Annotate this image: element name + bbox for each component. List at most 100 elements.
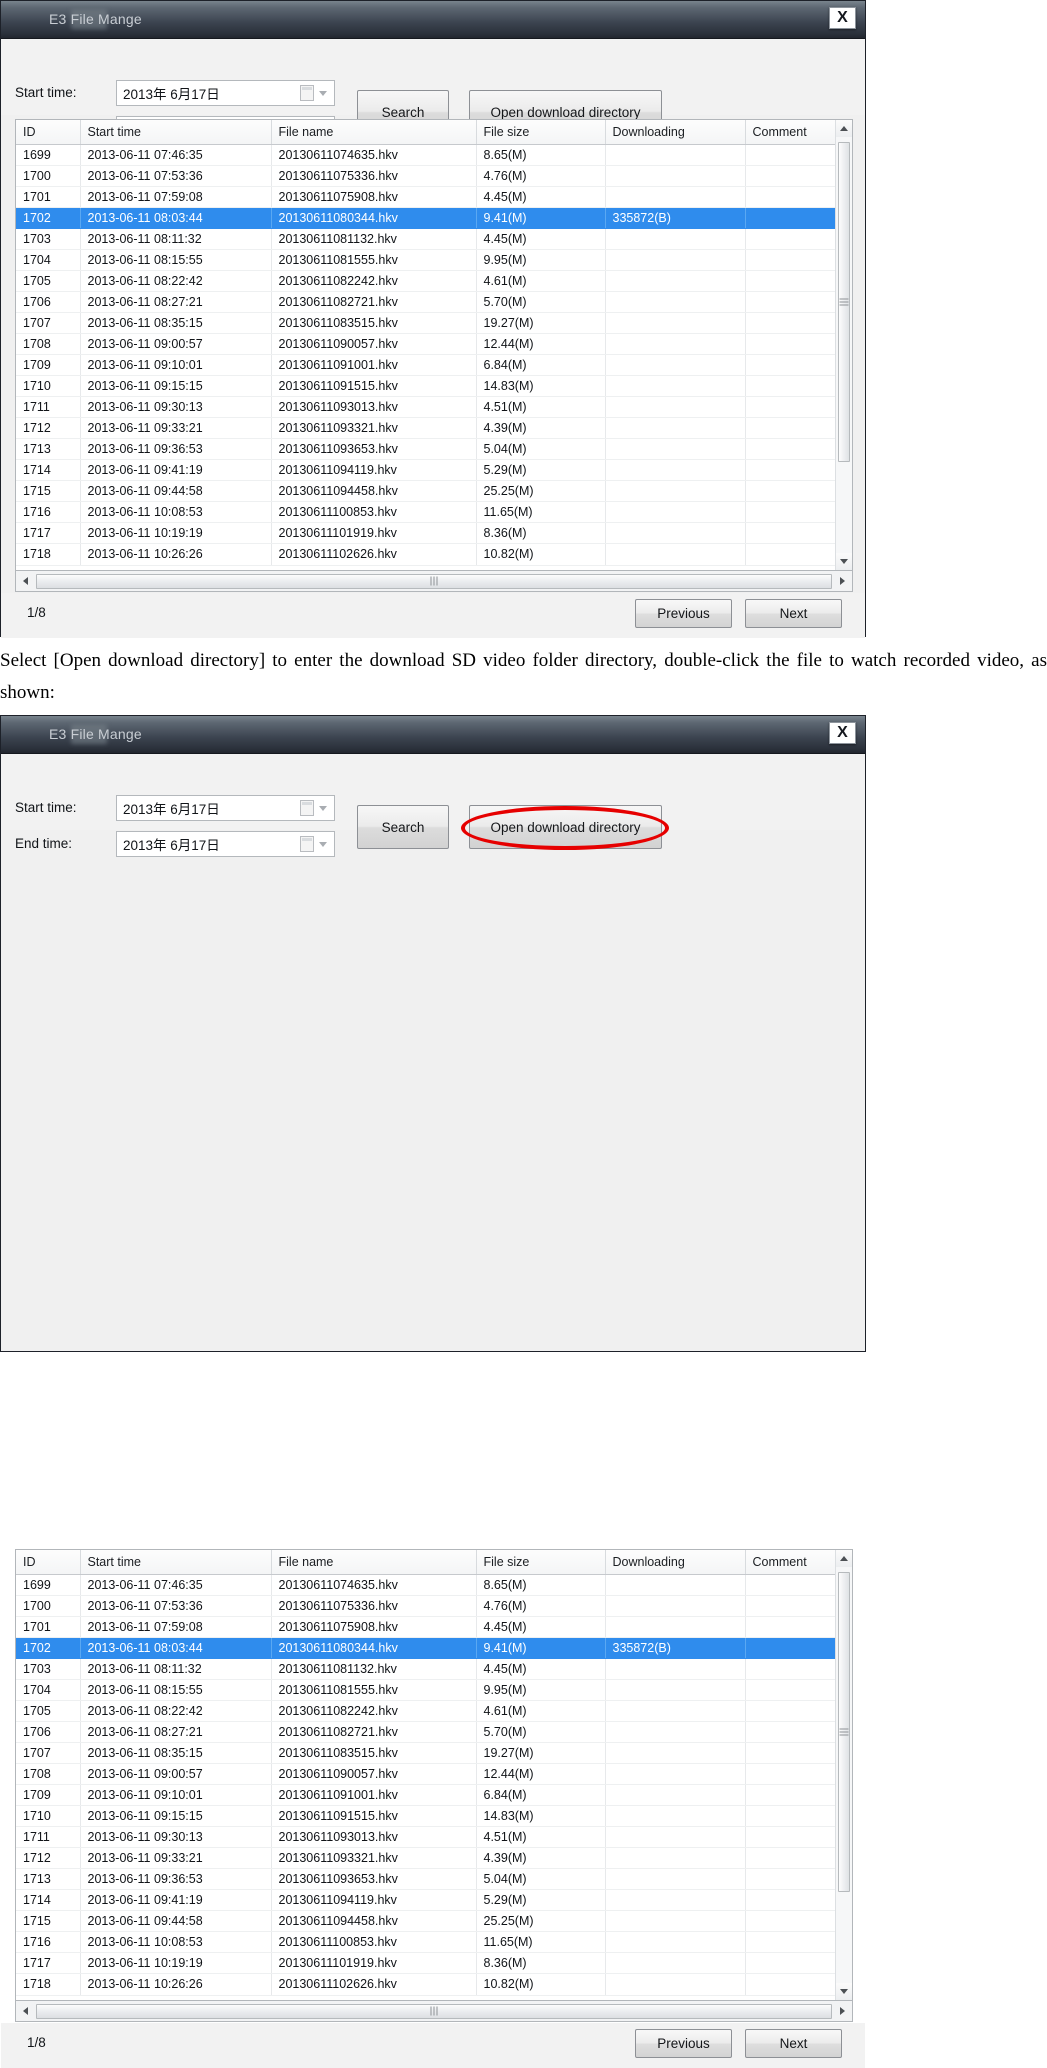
horizontal-scrollbar[interactable]: [15, 2001, 853, 2022]
table-row[interactable]: 1717 2013-06-11 10:19:19 20130611101919.hk…: [16, 1952, 837, 1974]
cell-start-time: 2013-06-11 08:35:15: [80, 1742, 272, 1764]
cell-downloading: [605, 1595, 746, 1617]
table-row[interactable]: 1707 2013-06-11 08:35:15 20130611083515.hk…: [16, 1742, 837, 1764]
close-icon[interactable]: X: [829, 7, 856, 29]
next-button[interactable]: Next: [745, 2029, 842, 2058]
vertical-scrollbar[interactable]: [835, 1550, 852, 2000]
cell-start-time: 2013-06-11 10:08:53: [80, 501, 272, 523]
table-row[interactable]: 1706 2013-06-11 08:27:21 20130611082721.hk…: [16, 1721, 837, 1743]
open-download-directory-button[interactable]: Open download directory: [469, 805, 662, 849]
table-row[interactable]: 1703 2013-06-11 08:11:32 20130611081132.hk…: [16, 1658, 837, 1680]
table-row[interactable]: 1704 2013-06-11 08:15:55 20130611081555.hk…: [16, 1679, 837, 1701]
column-header-id[interactable]: ID: [16, 1550, 81, 1575]
column-header-start-time[interactable]: Start time: [80, 120, 272, 145]
table-row[interactable]: 1717 2013-06-11 10:19:19 20130611101919.hk…: [16, 522, 837, 544]
table-row[interactable]: 1712 2013-06-11 09:33:21 20130611093321.hk…: [16, 417, 837, 439]
scroll-left-icon[interactable]: [16, 572, 35, 591]
chevron-down-icon[interactable]: [319, 841, 327, 847]
column-header-downloading[interactable]: Downloading: [605, 120, 746, 145]
scroll-right-icon[interactable]: [833, 2002, 852, 2021]
horizontal-scrollbar-thumb[interactable]: [36, 573, 832, 589]
cell-file-name: 20130611091001.hkv: [271, 354, 477, 376]
table-row[interactable]: 1714 2013-06-11 09:41:19 20130611094119.hk…: [16, 459, 837, 481]
table-row[interactable]: 1700 2013-06-11 07:53:36 20130611075336.hk…: [16, 1595, 837, 1617]
previous-button[interactable]: Previous: [635, 599, 732, 628]
scroll-left-icon[interactable]: [16, 2002, 35, 2021]
cell-file-size: 14.83(M): [476, 1805, 606, 1827]
vertical-scrollbar[interactable]: [835, 120, 852, 570]
scroll-up-icon[interactable]: [836, 120, 852, 137]
table-row[interactable]: 1706 2013-06-11 08:27:21 20130611082721.hk…: [16, 291, 837, 313]
table-row[interactable]: 1705 2013-06-11 08:22:42 20130611082242.hk…: [16, 1700, 837, 1722]
cell-id: 1715: [16, 480, 81, 502]
table-row[interactable]: 1699 2013-06-11 07:46:35 20130611074635.hk…: [16, 144, 837, 166]
column-header-file-name[interactable]: File name: [271, 1550, 477, 1575]
table-row[interactable]: 1700 2013-06-11 07:53:36 20130611075336.hk…: [16, 165, 837, 187]
scroll-up-icon[interactable]: [836, 1550, 852, 1567]
table-row[interactable]: 1702 2013-06-11 08:03:44 20130611080344.hk…: [16, 1637, 837, 1659]
table-row[interactable]: 1713 2013-06-11 09:36:53 20130611093653.hk…: [16, 1868, 837, 1890]
table-row[interactable]: 1708 2013-06-11 09:00:57 20130611090057.hk…: [16, 1763, 837, 1785]
scroll-down-icon[interactable]: [836, 1983, 852, 2000]
cell-id: 1717: [16, 522, 81, 544]
vertical-scrollbar-thumb[interactable]: [838, 1572, 850, 1892]
vertical-scrollbar-thumb[interactable]: [838, 142, 850, 462]
table-row[interactable]: 1707 2013-06-11 08:35:15 20130611083515.hk…: [16, 312, 837, 334]
table-row[interactable]: 1711 2013-06-11 09:30:13 20130611093013.hk…: [16, 396, 837, 418]
horizontal-scrollbar-thumb[interactable]: [36, 2003, 832, 2019]
table-row[interactable]: 1701 2013-06-11 07:59:08 20130611075908.hk…: [16, 186, 837, 208]
table-row[interactable]: 1709 2013-06-11 09:10:01 20130611091001.hk…: [16, 1784, 837, 1806]
table-row[interactable]: 1701 2013-06-11 07:59:08 20130611075908.hk…: [16, 1616, 837, 1638]
table-row[interactable]: 1718 2013-06-11 10:26:26 20130611102626.hk…: [16, 543, 837, 566]
previous-button[interactable]: Previous: [635, 2029, 732, 2058]
table-row[interactable]: 1704 2013-06-11 08:15:55 20130611081555.hk…: [16, 249, 837, 271]
column-header-comment[interactable]: Comment: [745, 120, 837, 145]
scroll-down-icon[interactable]: [836, 553, 852, 570]
chevron-down-icon[interactable]: [319, 90, 327, 96]
table-row[interactable]: 1711 2013-06-11 09:30:13 20130611093013.hk…: [16, 1826, 837, 1848]
column-header-start-time[interactable]: Start time: [80, 1550, 272, 1575]
table-row[interactable]: 1709 2013-06-11 09:10:01 20130611091001.hk…: [16, 354, 837, 376]
column-header-file-size[interactable]: File size: [476, 120, 606, 145]
table-row[interactable]: 1712 2013-06-11 09:33:21 20130611093321.hk…: [16, 1847, 837, 1869]
cell-file-name: 20130611081132.hkv: [271, 228, 477, 250]
horizontal-scrollbar[interactable]: [15, 571, 853, 592]
column-header-file-name[interactable]: File name: [271, 120, 477, 145]
table-row[interactable]: 1713 2013-06-11 09:36:53 20130611093653.hk…: [16, 438, 837, 460]
table-row[interactable]: 1705 2013-06-11 08:22:42 20130611082242.hk…: [16, 270, 837, 292]
table-row[interactable]: 1710 2013-06-11 09:15:15 20130611091515.hk…: [16, 375, 837, 397]
table-row[interactable]: 1715 2013-06-11 09:44:58 20130611094458.hk…: [16, 1910, 837, 1932]
scroll-right-icon[interactable]: [833, 572, 852, 591]
start-time-input[interactable]: 2013年 6月17日: [116, 795, 335, 821]
cell-downloading: [605, 186, 746, 208]
cell-file-size: 4.61(M): [476, 270, 606, 292]
table-row[interactable]: 1702 2013-06-11 08:03:44 20130611080344.hk…: [16, 207, 837, 229]
search-button[interactable]: Search: [357, 805, 449, 849]
table-row[interactable]: 1718 2013-06-11 10:26:26 20130611102626.hk…: [16, 1973, 837, 1996]
end-time-input[interactable]: 2013年 6月17日: [116, 831, 335, 857]
cell-file-name: 20130611093653.hkv: [271, 1868, 477, 1890]
cell-file-name: 20130611091515.hkv: [271, 1805, 477, 1827]
table-row[interactable]: 1715 2013-06-11 09:44:58 20130611094458.hk…: [16, 480, 837, 502]
table-row[interactable]: 1716 2013-06-11 10:08:53 20130611100853.hk…: [16, 501, 837, 523]
cell-file-name: 20130611101919.hkv: [271, 522, 477, 544]
table-row[interactable]: 1708 2013-06-11 09:00:57 20130611090057.hk…: [16, 333, 837, 355]
start-time-input[interactable]: 2013年 6月17日: [116, 80, 335, 106]
cell-start-time: 2013-06-11 10:26:26: [80, 543, 272, 566]
table-row[interactable]: 1703 2013-06-11 08:11:32 20130611081132.hk…: [16, 228, 837, 250]
close-icon[interactable]: X: [829, 722, 856, 744]
cell-id: 1705: [16, 1700, 81, 1722]
table-row[interactable]: 1714 2013-06-11 09:41:19 20130611094119.hk…: [16, 1889, 837, 1911]
column-header-downloading[interactable]: Downloading: [605, 1550, 746, 1575]
table-row[interactable]: 1716 2013-06-11 10:08:53 20130611100853.hk…: [16, 1931, 837, 1953]
table-row[interactable]: 1699 2013-06-11 07:46:35 20130611074635.hk…: [16, 1574, 837, 1596]
cell-comment: [745, 1700, 837, 1722]
chevron-down-icon[interactable]: [319, 805, 327, 811]
table-row[interactable]: 1710 2013-06-11 09:15:15 20130611091515.hk…: [16, 1805, 837, 1827]
next-button[interactable]: Next: [745, 599, 842, 628]
file-list-grid: ID Start time File name File size Downlo…: [16, 1550, 837, 1996]
column-header-comment[interactable]: Comment: [745, 1550, 837, 1575]
column-header-file-size[interactable]: File size: [476, 1550, 606, 1575]
column-header-id[interactable]: ID: [16, 120, 81, 145]
table-body-2: 1699 2013-06-11 07:46:35 20130611074635.hk…: [16, 1574, 837, 1996]
